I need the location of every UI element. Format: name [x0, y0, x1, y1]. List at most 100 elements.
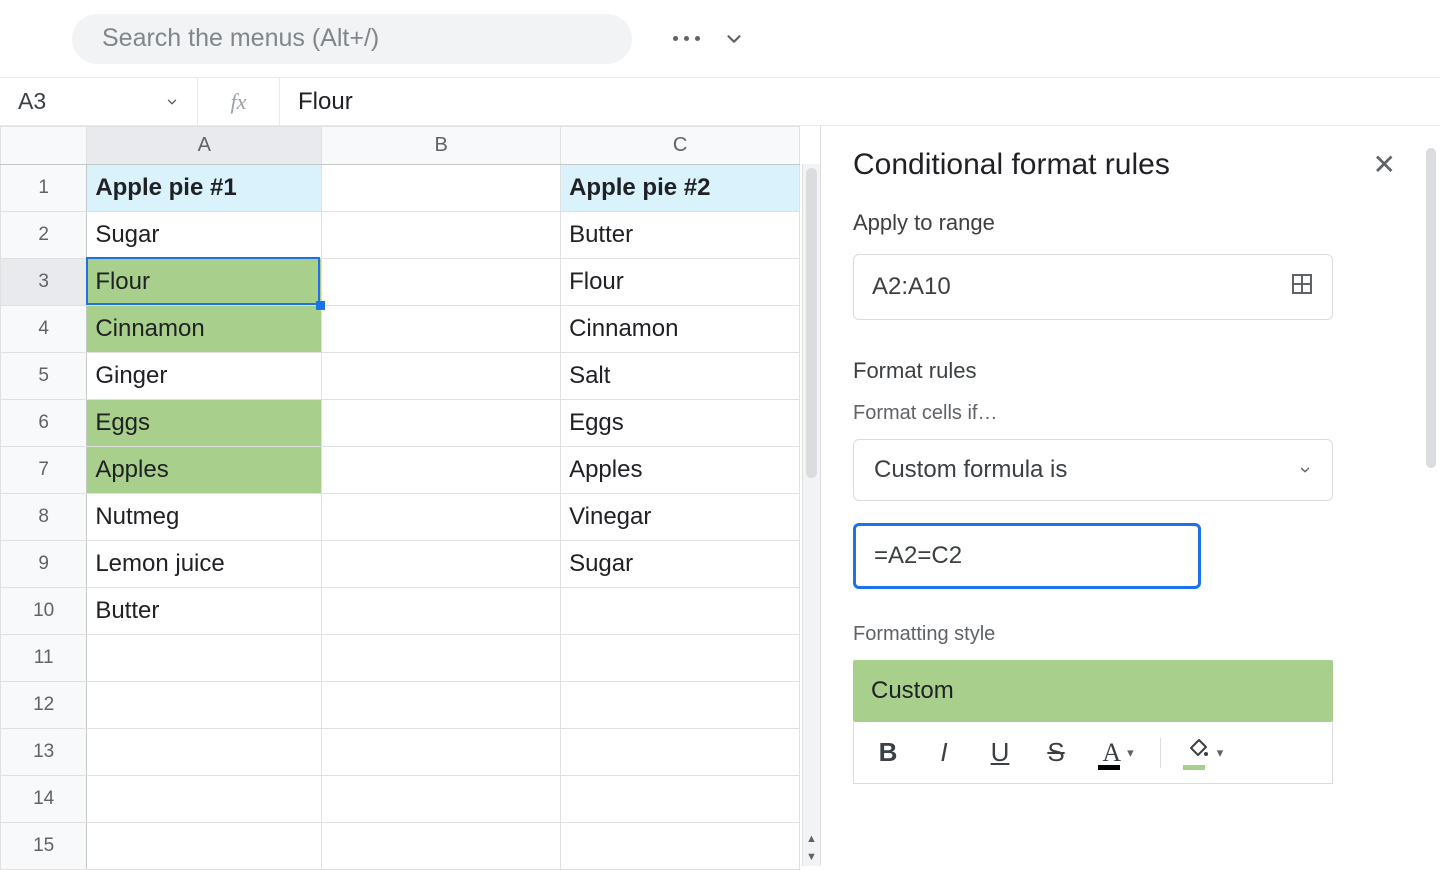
scrollbar-thumb[interactable]	[806, 168, 817, 478]
cell[interactable]	[561, 776, 800, 823]
cell[interactable]: Sugar	[561, 541, 800, 588]
row-header[interactable]: 8	[1, 494, 87, 541]
chevron-down-icon	[165, 88, 179, 115]
panel-title: Conditional format rules	[853, 148, 1170, 182]
name-box[interactable]: A3	[0, 78, 198, 125]
cell[interactable]	[322, 259, 561, 306]
chevron-down-icon[interactable]	[710, 15, 758, 63]
cell[interactable]	[322, 823, 561, 870]
cell[interactable]: Sugar	[87, 212, 322, 259]
cell[interactable]	[322, 682, 561, 729]
cell[interactable]	[561, 823, 800, 870]
scroll-up-icon[interactable]: ▲	[803, 830, 820, 848]
select-range-icon[interactable]	[1290, 272, 1314, 303]
row-header[interactable]: 11	[1, 635, 87, 682]
cell[interactable]: Apple pie #2	[561, 165, 800, 212]
grid[interactable]: A B C 1Apple pie #1Apple pie #22SugarBut…	[0, 126, 800, 870]
search-input[interactable]	[100, 23, 604, 54]
row-header[interactable]: 3	[1, 259, 87, 306]
row-header[interactable]: 6	[1, 400, 87, 447]
row-header[interactable]: 12	[1, 682, 87, 729]
cell[interactable]: Flour	[87, 259, 322, 306]
panel-scrollbar[interactable]	[1426, 148, 1436, 468]
cell[interactable]: Lemon juice	[87, 541, 322, 588]
cell[interactable]	[322, 776, 561, 823]
cell[interactable]	[561, 588, 800, 635]
strikethrough-button[interactable]: S	[1032, 732, 1080, 774]
row-header[interactable]: 4	[1, 306, 87, 353]
cell[interactable]: Salt	[561, 353, 800, 400]
row-header[interactable]: 7	[1, 447, 87, 494]
cell[interactable]	[561, 729, 800, 776]
cell[interactable]	[322, 165, 561, 212]
cell[interactable]: Apples	[87, 447, 322, 494]
cell[interactable]	[561, 682, 800, 729]
apply-range-label: Apply to range	[853, 210, 1396, 236]
cell[interactable]	[87, 635, 322, 682]
cell[interactable]	[87, 682, 322, 729]
cell[interactable]: Butter	[87, 588, 322, 635]
close-icon[interactable]: ✕	[1373, 151, 1396, 179]
cell[interactable]	[322, 353, 561, 400]
condition-dropdown[interactable]: Custom formula is	[853, 439, 1333, 501]
selection-handle[interactable]	[316, 301, 325, 310]
row-header[interactable]: 5	[1, 353, 87, 400]
cell[interactable]	[322, 212, 561, 259]
row-header[interactable]: 2	[1, 212, 87, 259]
row-header[interactable]: 14	[1, 776, 87, 823]
text-color-button[interactable]: A ▾	[1088, 732, 1148, 774]
italic-button[interactable]: I	[920, 732, 968, 774]
formula-input[interactable]: Flour	[280, 88, 1440, 116]
cell[interactable]	[322, 588, 561, 635]
bold-button[interactable]: B	[864, 732, 912, 774]
name-box-value: A3	[18, 88, 46, 115]
column-header-a[interactable]: A	[87, 127, 322, 165]
cell[interactable]: Apple pie #1	[87, 165, 322, 212]
formatting-style-label: Formatting style	[853, 623, 1396, 646]
column-header-c[interactable]: C	[561, 127, 800, 165]
cell[interactable]	[87, 729, 322, 776]
row-header[interactable]: 10	[1, 588, 87, 635]
vertical-scrollbar[interactable]: ▲ ▼	[802, 164, 820, 866]
style-preview[interactable]: Custom	[853, 660, 1333, 722]
cell[interactable]	[322, 729, 561, 776]
cell[interactable]	[322, 635, 561, 682]
cell[interactable]	[322, 306, 561, 353]
apply-range-field[interactable]: A2:A10	[853, 254, 1333, 320]
cell[interactable]: Eggs	[87, 400, 322, 447]
cell[interactable]	[87, 776, 322, 823]
cell[interactable]	[322, 400, 561, 447]
cell[interactable]	[322, 447, 561, 494]
menu-search[interactable]	[72, 14, 632, 64]
cell[interactable]: Nutmeg	[87, 494, 322, 541]
custom-formula-input[interactable]: =A2=C2	[853, 523, 1201, 589]
custom-formula-value: =A2=C2	[874, 542, 962, 570]
row-header[interactable]: 9	[1, 541, 87, 588]
column-header-b[interactable]: B	[322, 127, 561, 165]
cell[interactable]	[322, 541, 561, 588]
cell[interactable]	[87, 823, 322, 870]
scroll-down-icon[interactable]: ▼	[803, 848, 820, 866]
toolbar	[0, 0, 1440, 78]
cell[interactable]: Butter	[561, 212, 800, 259]
underline-button[interactable]: U	[976, 732, 1024, 774]
cell[interactable]	[322, 494, 561, 541]
cell[interactable]: Eggs	[561, 400, 800, 447]
cell[interactable]: Ginger	[87, 353, 322, 400]
row-header[interactable]: 1	[1, 165, 87, 212]
cell[interactable]: Vinegar	[561, 494, 800, 541]
cell[interactable]: Apples	[561, 447, 800, 494]
cell[interactable]: Cinnamon	[561, 306, 800, 353]
cell[interactable]: Flour	[561, 259, 800, 306]
conditional-format-panel: Conditional format rules ✕ Apply to rang…	[820, 126, 1440, 866]
style-toolbar: B I U S A ▾ ▾	[853, 722, 1333, 784]
row-header[interactable]: 15	[1, 823, 87, 870]
cell[interactable]: Cinnamon	[87, 306, 322, 353]
fill-color-button[interactable]: ▾	[1173, 732, 1237, 774]
cell[interactable]	[561, 635, 800, 682]
apply-range-value: A2:A10	[872, 273, 951, 301]
corner-cell[interactable]	[1, 127, 87, 165]
condition-value: Custom formula is	[874, 456, 1067, 484]
more-icon[interactable]	[662, 15, 710, 63]
row-header[interactable]: 13	[1, 729, 87, 776]
